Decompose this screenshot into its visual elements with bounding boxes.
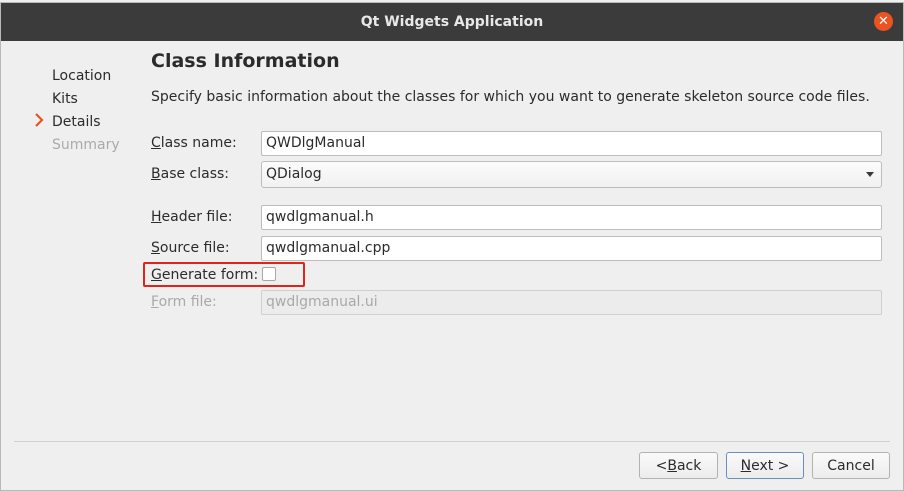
page-title: Class Information	[151, 50, 340, 72]
base-class-select[interactable]: QDialog	[261, 161, 882, 188]
close-icon[interactable]: ✕	[874, 12, 893, 31]
base-class-value: QDialog	[266, 166, 322, 182]
step-kits: Kits	[52, 91, 78, 107]
chevron-right-icon	[35, 113, 44, 127]
class-name-input[interactable]: QWDlgManual	[261, 131, 882, 156]
highlight-annotation	[143, 262, 305, 287]
header-file-label: Header file:	[151, 209, 233, 225]
window-title: Qt Widgets Application	[360, 14, 544, 30]
page-subtitle: Specify basic information about the clas…	[151, 89, 870, 105]
base-class-label: Base class:	[151, 166, 230, 182]
step-summary: Summary	[52, 137, 120, 153]
step-details: Details	[52, 114, 101, 130]
back-button[interactable]: < Back	[639, 452, 718, 479]
form-file-label: Form file:	[151, 294, 217, 310]
form-file-input: qwdlgmanual.ui	[261, 290, 882, 315]
class-name-label: Class name:	[151, 135, 237, 151]
next-button[interactable]: Next >	[726, 452, 804, 479]
footer-separator	[14, 441, 890, 442]
chevron-down-icon	[866, 172, 874, 177]
header-file-input[interactable]: qwdlgmanual.h	[261, 205, 882, 230]
source-file-input[interactable]: qwdlgmanual.cpp	[261, 236, 882, 261]
cancel-button[interactable]: Cancel	[812, 452, 890, 479]
step-location: Location	[52, 68, 112, 84]
source-file-label: Source file:	[151, 240, 230, 256]
title-bar: Qt Widgets Application ✕	[1, 3, 903, 41]
